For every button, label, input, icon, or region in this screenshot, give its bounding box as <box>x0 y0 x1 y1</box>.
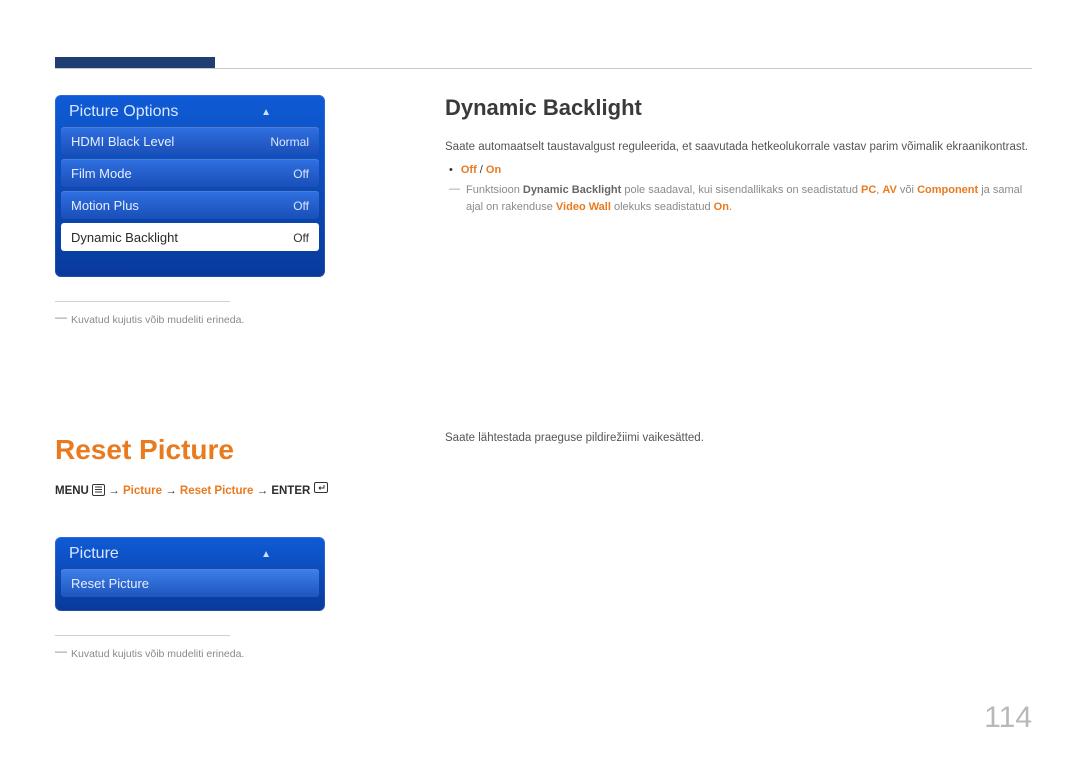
t: või <box>897 184 917 196</box>
menu-row-film-mode[interactable]: Film Mode Off <box>61 159 319 187</box>
page-number: 114 <box>984 701 1032 735</box>
image-note: ― Kuvatud kujutis võib mudeliti erineda. <box>55 312 385 326</box>
note-text: Kuvatud kujutis võib mudeliti erineda. <box>71 648 244 660</box>
note-text: Kuvatud kujutis võib mudeliti erineda. <box>71 314 244 326</box>
menu-row-label: HDMI Black Level <box>71 134 174 149</box>
note-dash: ― <box>55 310 67 324</box>
reset-picture-heading: Reset Picture <box>55 434 385 466</box>
right-column-section1: Dynamic Backlight Saate automaatselt tau… <box>445 95 1032 216</box>
menu-title-row: Picture Options ▲ <box>55 95 325 127</box>
menu-row-hdmi-black-level[interactable]: HDMI Black Level Normal <box>61 127 319 155</box>
menu-row-label: Reset Picture <box>71 576 149 591</box>
menu-row-label: Motion Plus <box>71 198 139 213</box>
scroll-up-icon[interactable]: ▲ <box>261 549 271 560</box>
t: Dynamic Backlight <box>523 184 621 196</box>
image-note: ― Kuvatud kujutis võib mudeliti erineda. <box>55 646 385 660</box>
enter-icon <box>314 482 328 493</box>
navigation-path: MENU → Picture → Reset Picture → ENTER <box>55 482 385 497</box>
menu-icon <box>92 484 105 496</box>
top-accent-bar <box>55 57 215 68</box>
option-on: On <box>486 164 501 176</box>
t: Video Wall <box>556 201 611 213</box>
dynamic-backlight-description: Saate automaatselt taustavalgust regulee… <box>445 139 1032 156</box>
option-separator: / <box>477 164 486 176</box>
right-column-section2: Saate lähtestada praeguse pildirežiimi v… <box>445 430 1032 455</box>
option-off: Off <box>461 164 477 176</box>
menu-row-label: Dynamic Backlight <box>71 230 178 245</box>
note-body: Funktsioon Dynamic Backlight pole saadav… <box>466 182 1032 216</box>
path-reset-picture: Reset Picture <box>180 485 254 497</box>
t: PC <box>861 184 876 196</box>
availability-note: Funktsioon Dynamic Backlight pole saadav… <box>449 182 1032 216</box>
picture-menu: Picture ▲ Reset Picture <box>55 537 325 611</box>
t: . <box>729 201 732 213</box>
menu-row-value: Normal <box>270 135 309 149</box>
path-arrow: → <box>257 485 269 497</box>
t: Funktsioon <box>466 184 523 196</box>
menu-row-dynamic-backlight[interactable]: Dynamic Backlight Off <box>61 223 319 251</box>
note-dash: ― <box>55 644 67 658</box>
note-mark-icon <box>449 182 460 216</box>
path-picture: Picture <box>123 485 162 497</box>
note-divider <box>55 301 230 302</box>
menu-title-row: Picture ▲ <box>55 537 325 569</box>
t: AV <box>882 184 896 196</box>
dynamic-backlight-heading: Dynamic Backlight <box>445 95 1032 121</box>
menu-row-value: Off <box>293 199 309 213</box>
note-divider <box>55 635 230 636</box>
path-arrow: → <box>165 485 177 497</box>
top-horizontal-rule <box>55 68 1032 69</box>
t: pole saadaval, kui sisendallikaks on sea… <box>621 184 861 196</box>
menu-title: Picture Options <box>69 103 178 121</box>
menu-row-motion-plus[interactable]: Motion Plus Off <box>61 191 319 219</box>
menu-row-reset-picture[interactable]: Reset Picture <box>61 569 319 597</box>
menu-title: Picture <box>69 545 119 563</box>
t: olekuks seadistatud <box>611 201 714 213</box>
option-list: • Off / On <box>449 164 1032 176</box>
menu-row-value: Off <box>293 167 309 181</box>
path-enter-label: ENTER <box>271 485 310 497</box>
reset-picture-description: Saate lähtestada praeguse pildirežiimi v… <box>445 430 1032 447</box>
picture-options-menu: Picture Options ▲ HDMI Black Level Norma… <box>55 95 325 277</box>
t: Component <box>917 184 978 196</box>
scroll-up-icon[interactable]: ▲ <box>261 107 271 118</box>
t: On <box>714 201 729 213</box>
menu-row-value: Off <box>293 231 309 245</box>
left-column: Picture Options ▲ HDMI Black Level Norma… <box>55 55 385 660</box>
bullet-icon: • <box>449 164 453 176</box>
menu-row-label: Film Mode <box>71 166 132 181</box>
path-menu-label: MENU <box>55 485 89 497</box>
path-arrow: → <box>108 485 120 497</box>
